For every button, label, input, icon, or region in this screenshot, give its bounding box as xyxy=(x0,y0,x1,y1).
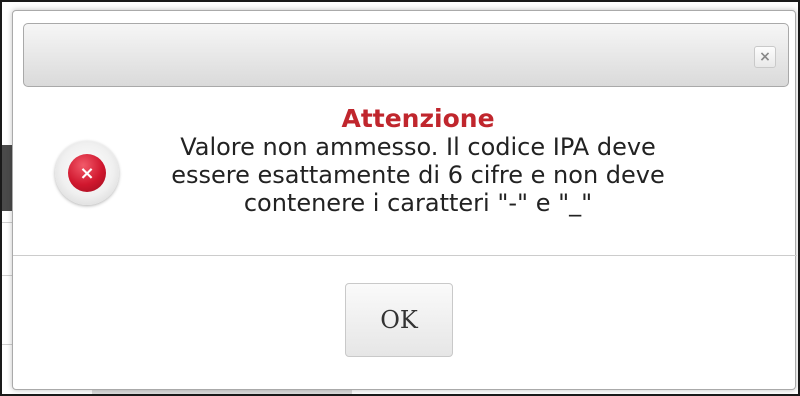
dialog-title: Attenzione xyxy=(341,104,495,133)
dialog-titlebar: × xyxy=(23,23,789,87)
alert-dialog: × × Attenzione Valore non ammesso. Il co… xyxy=(12,10,797,390)
message-line: contenere i caratteri "-" e "_" xyxy=(243,189,593,217)
message-line: essere esattamente di 6 cifre e non deve xyxy=(171,161,665,189)
error-icon: × xyxy=(55,141,119,205)
close-icon[interactable]: × xyxy=(754,46,776,68)
dialog-content: × Attenzione Valore non ammesso. Il codi… xyxy=(13,89,797,257)
dialog-separator xyxy=(13,255,797,256)
message-line: Valore non ammesso. Il codice IPA deve xyxy=(180,133,656,161)
dialog-message: Attenzione Valore non ammesso. Il codice… xyxy=(138,104,698,218)
error-x-glyph: × xyxy=(68,154,106,192)
ok-button[interactable]: OK xyxy=(345,283,453,357)
